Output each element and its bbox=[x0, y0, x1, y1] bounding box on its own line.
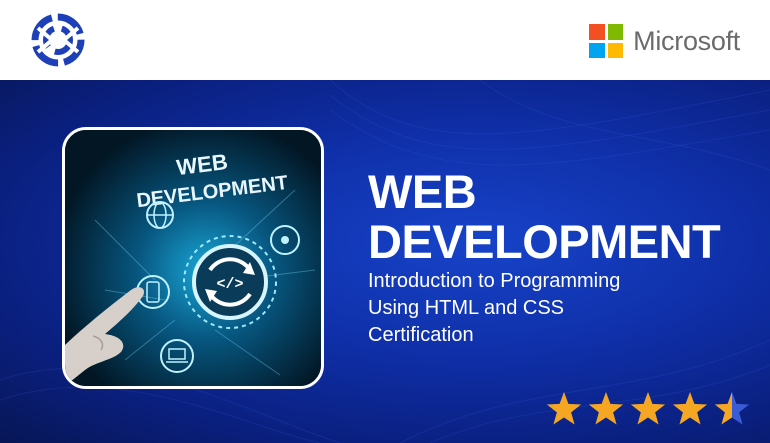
course-subtitle-line1: Introduction to Programming bbox=[368, 270, 621, 292]
star-rating bbox=[546, 392, 750, 425]
star-icon bbox=[588, 392, 624, 425]
star-icon bbox=[630, 392, 666, 425]
microsoft-squares-icon bbox=[589, 24, 624, 58]
svg-text:</>: </> bbox=[216, 276, 243, 293]
circular-c-logo-icon[interactable] bbox=[30, 12, 86, 68]
course-title-line1: WEB bbox=[368, 165, 477, 218]
header-bar: Microsoft bbox=[0, 0, 770, 80]
course-subtitle-line3: Certification bbox=[368, 324, 474, 346]
course-title-line2: DEVELOPMENT bbox=[368, 215, 721, 268]
microsoft-logo: Microsoft bbox=[589, 24, 740, 58]
ms-square-yellow bbox=[607, 42, 624, 58]
course-image: WEB DEVELOPMENT </> bbox=[62, 127, 324, 389]
ms-square-blue bbox=[589, 42, 605, 58]
star-icon bbox=[546, 392, 582, 425]
hero-banner: WEB DEVELOPMENT </> WEB DEVELOPMENT Intr… bbox=[0, 80, 770, 443]
ms-square-red bbox=[589, 24, 605, 40]
course-subtitle: Introduction to Programming Using HTML a… bbox=[368, 268, 728, 349]
ms-square-green bbox=[607, 24, 624, 40]
star-icon bbox=[672, 392, 708, 425]
partner-name: Microsoft bbox=[633, 26, 740, 56]
course-title: WEB DEVELOPMENT bbox=[368, 167, 748, 267]
course-subtitle-line2: Using HTML and CSS bbox=[368, 297, 564, 319]
star-icon bbox=[714, 392, 750, 425]
